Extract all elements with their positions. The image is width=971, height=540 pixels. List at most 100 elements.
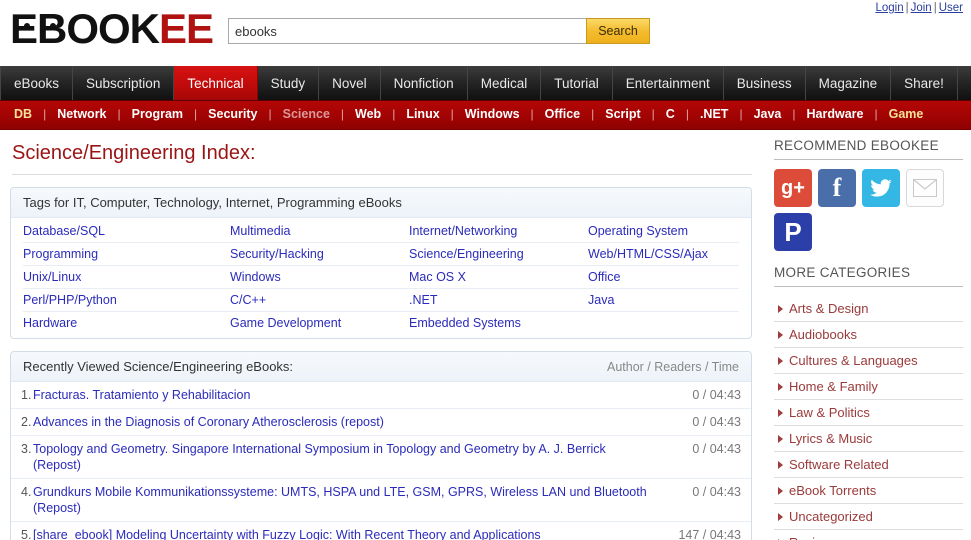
mainnav-item-share[interactable]: Share!	[891, 66, 958, 100]
logo-black-letters: EBOOK	[10, 5, 159, 52]
category-item-label: Uncategorized	[789, 509, 873, 524]
sidebar: RECOMMEND EBOOKEE g+fP MORE CATEGORIES A…	[762, 130, 971, 540]
mainnav-item-ebooks[interactable]: eBooks	[0, 66, 73, 100]
twitter-icon[interactable]	[862, 169, 900, 207]
social-share-buttons: g+fP	[774, 169, 950, 251]
category-item-ebook-torrents[interactable]: eBook Torrents	[774, 478, 963, 504]
mainnav-item-tutorial[interactable]: Tutorial	[541, 66, 613, 100]
category-item-label: Audiobooks	[789, 327, 857, 342]
subnav-item-java[interactable]: Java	[752, 107, 784, 121]
search-button[interactable]: Search	[586, 18, 650, 44]
pinterest-icon[interactable]: P	[774, 213, 812, 251]
user-link[interactable]: User	[939, 2, 963, 14]
tag-link-security-hacking[interactable]: Security/Hacking	[230, 247, 324, 261]
subnav-item-security[interactable]: Security	[206, 107, 259, 121]
tag-link-multimedia[interactable]: Multimedia	[230, 224, 290, 238]
subnav-item-game[interactable]: Game	[887, 107, 926, 121]
subnav-item-office[interactable]: Office	[543, 107, 582, 121]
tags-cell: Embedded Systems	[381, 312, 560, 335]
tag-link-office[interactable]: Office	[588, 270, 620, 284]
recent-item-meta: 0 / 04:43	[669, 441, 741, 457]
recent-item-title[interactable]: Advances in the Diagnosis of Coronary At…	[33, 414, 669, 430]
category-item-lyrics-music[interactable]: Lyrics & Music	[774, 426, 963, 452]
recent-item-title[interactable]: Topology and Geometry. Singapore Interna…	[33, 441, 669, 473]
tag-link-science-engineering[interactable]: Science/Engineering	[409, 247, 524, 261]
tag-link-operating-system[interactable]: Operating System	[588, 224, 688, 238]
recent-item-title[interactable]: Fracturas. Tratamiento y Rehabilitacion	[33, 387, 669, 403]
subnav-item-db[interactable]: DB	[12, 107, 34, 121]
tags-cell: Perl/PHP/Python	[23, 289, 202, 312]
tag-link-internet-networking[interactable]: Internet/Networking	[409, 224, 517, 238]
category-item-home-family[interactable]: Home & Family	[774, 374, 963, 400]
category-item-cultures-languages[interactable]: Cultures & Languages	[774, 348, 963, 374]
tag-link-programming[interactable]: Programming	[23, 247, 98, 261]
site-logo[interactable]: EBOOK EE	[10, 8, 213, 50]
logo-eye-pupil-left	[24, 23, 30, 29]
mainnav-item-entertainment[interactable]: Entertainment	[613, 66, 724, 100]
tag-link-unix-linux[interactable]: Unix/Linux	[23, 270, 81, 284]
mainnav-item-study[interactable]: Study	[258, 66, 320, 100]
login-link[interactable]: Login	[875, 2, 903, 14]
mainnav-item-novel[interactable]: Novel	[319, 66, 381, 100]
category-item-audiobooks[interactable]: Audiobooks	[774, 322, 963, 348]
tags-cell: .NET	[381, 289, 560, 312]
subnav-separator: |	[677, 107, 698, 121]
tags-panel-title: Tags for IT, Computer, Technology, Inter…	[23, 195, 402, 210]
recommend-heading: RECOMMEND EBOOKEE	[774, 138, 963, 160]
mainnav-item-subscription[interactable]: Subscription	[73, 66, 174, 100]
category-item-reviews[interactable]: Reviews	[774, 530, 963, 540]
tag-link-game-development[interactable]: Game Development	[230, 316, 341, 330]
mainnav-item-technical[interactable]: Technical	[174, 66, 257, 100]
account-links: Login|Join|User	[875, 2, 963, 14]
tag-link-c-c[interactable]: C/C++	[230, 293, 266, 307]
category-item-uncategorized[interactable]: Uncategorized	[774, 504, 963, 530]
tag-link-net[interactable]: .NET	[409, 293, 437, 307]
subnav-item-web[interactable]: Web	[353, 107, 383, 121]
email-icon[interactable]	[906, 169, 944, 207]
category-item-label: Law & Politics	[789, 405, 870, 420]
tag-link-java[interactable]: Java	[588, 293, 614, 307]
recent-item-meta: 0 / 04:43	[669, 387, 741, 403]
tags-cell: Web/HTML/CSS/Ajax	[560, 243, 739, 266]
subnav-item-c[interactable]: C	[664, 107, 677, 121]
subnav-item-linux[interactable]: Linux	[404, 107, 441, 121]
mainnav-item-magazine[interactable]: Magazine	[806, 66, 892, 100]
subnav-item-net[interactable]: .NET	[698, 107, 730, 121]
subnav-item-windows[interactable]: Windows	[463, 107, 522, 121]
recent-item-title[interactable]: Grundkurs Mobile Kommunikationssysteme: …	[33, 484, 669, 516]
mainnav-item-nonfiction[interactable]: Nonfiction	[381, 66, 468, 100]
category-item-arts-design[interactable]: Arts & Design	[774, 296, 963, 322]
join-link[interactable]: Join	[911, 2, 932, 14]
subnav-item-network[interactable]: Network	[55, 107, 108, 121]
mainnav-item-business[interactable]: Business	[724, 66, 806, 100]
tag-link-windows[interactable]: Windows	[230, 270, 281, 284]
tag-link-hardware[interactable]: Hardware	[23, 316, 77, 330]
subnav-separator: |	[185, 107, 206, 121]
search-input[interactable]	[228, 18, 586, 44]
subnav-item-program[interactable]: Program	[130, 107, 185, 121]
page-body: Science/Engineering Index: Tags for IT, …	[0, 130, 971, 524]
category-item-label: Lyrics & Music	[789, 431, 872, 446]
account-separator-2: |	[932, 2, 939, 14]
category-item-law-politics[interactable]: Law & Politics	[774, 400, 963, 426]
mainnav-item-medical[interactable]: Medical	[468, 66, 542, 100]
category-item-label: Reviews	[789, 535, 838, 540]
search-form: Search	[228, 18, 650, 44]
account-separator-1: |	[904, 2, 911, 14]
category-item-label: Arts & Design	[789, 301, 868, 316]
google-plus-icon[interactable]: g+	[774, 169, 812, 207]
tag-link-embedded-systems[interactable]: Embedded Systems	[409, 316, 521, 330]
page-title: Science/Engineering Index:	[12, 142, 752, 175]
recent-item-title[interactable]: [share_ebook] Modeling Uncertainty with …	[33, 527, 669, 540]
tags-cell: Multimedia	[202, 220, 381, 243]
category-item-software-related[interactable]: Software Related	[774, 452, 963, 478]
facebook-icon[interactable]: f	[818, 169, 856, 207]
tag-link-database-sql[interactable]: Database/SQL	[23, 224, 105, 238]
subnav-separator: |	[383, 107, 404, 121]
tag-link-web-html-css-ajax[interactable]: Web/HTML/CSS/Ajax	[588, 247, 708, 261]
subnav-item-script[interactable]: Script	[603, 107, 642, 121]
tags-row: Database/SQL Multimedia Internet/Networkin…	[23, 220, 739, 243]
tag-link-perl-php-python[interactable]: Perl/PHP/Python	[23, 293, 117, 307]
tag-link-mac-os-x[interactable]: Mac OS X	[409, 270, 466, 284]
subnav-item-hardware[interactable]: Hardware	[805, 107, 866, 121]
